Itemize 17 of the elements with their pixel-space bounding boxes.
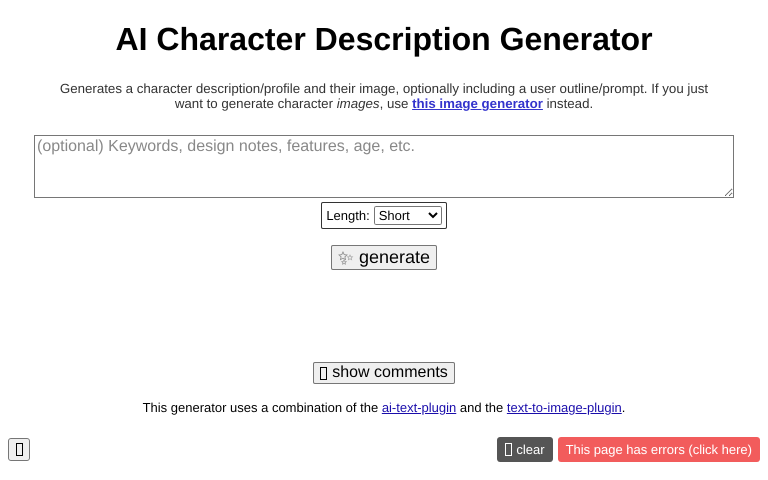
generate-button[interactable]: generate (330, 245, 438, 270)
menu-button[interactable] (8, 438, 30, 461)
image-generator-link[interactable]: this image generator (412, 96, 543, 111)
length-label: Length: (326, 208, 370, 223)
ai-text-plugin-link[interactable]: ai-text-plugin (382, 400, 456, 415)
missing-glyph-icon (320, 366, 328, 380)
missing-glyph-icon (16, 443, 22, 456)
text-to-image-plugin-link[interactable]: text-to-image-plugin (506, 400, 622, 415)
length-select[interactable]: Short (374, 206, 442, 225)
prompt-field[interactable]: (optional) Keywords, design notes, features, age, etc. (34, 135, 734, 198)
clear-button[interactable]: clear (497, 437, 553, 462)
show-comments-button[interactable]: show comments (313, 362, 455, 384)
missing-glyph-icon (505, 443, 512, 456)
page-title: AI Character Description Generator (115, 20, 653, 58)
credits-text: This generator uses a combination of the ai-text-plugin and the text-to-image-plugin. (142, 400, 626, 415)
intro-paragraph: Generates a character description/profile and their image, optionally including a user outline/prompt. If you just want to generate character images, use this image generator instead. (58, 81, 710, 111)
sparkle-icon (338, 250, 354, 264)
